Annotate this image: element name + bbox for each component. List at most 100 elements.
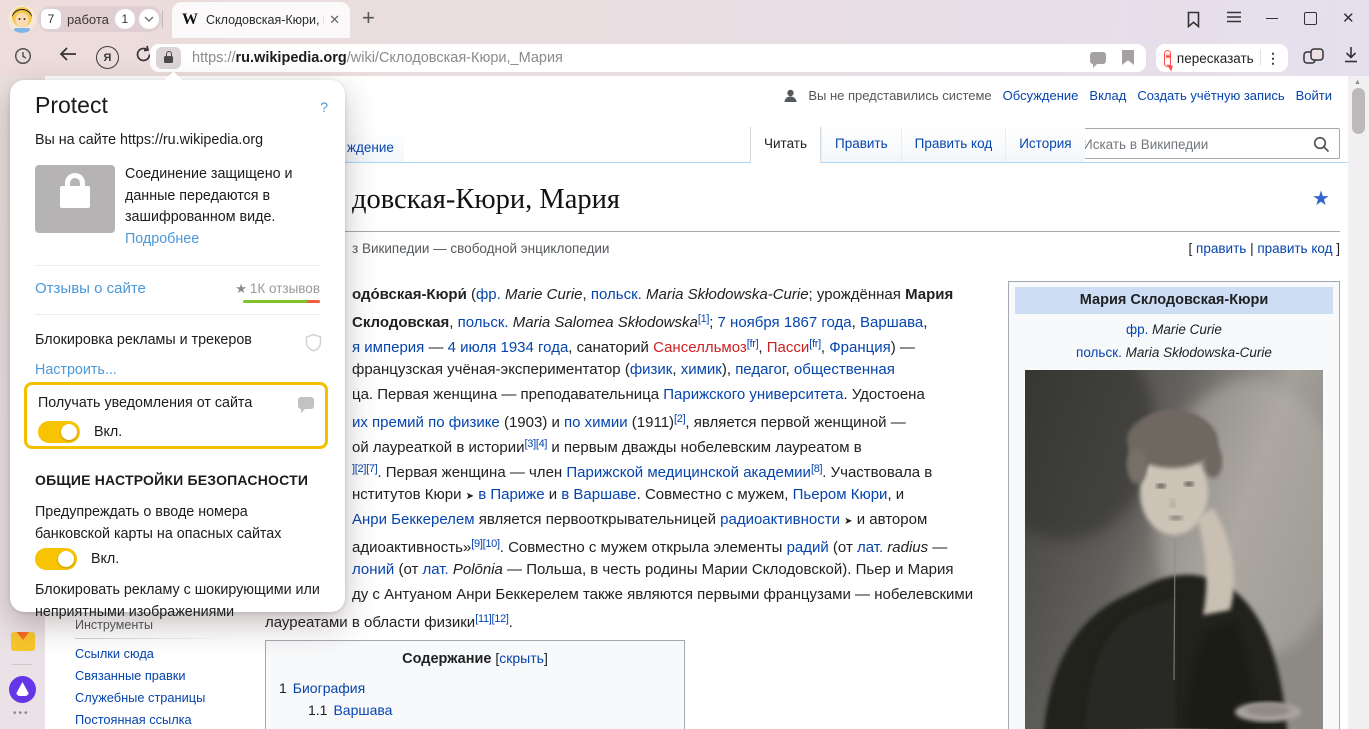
protect-help-link[interactable]: ? xyxy=(320,99,328,115)
tab-close-icon[interactable]: ✕ xyxy=(329,12,340,28)
portrait-photo[interactable] xyxy=(1025,370,1323,729)
chevron-down-icon[interactable] xyxy=(139,9,159,29)
browser-tab[interactable]: W Склодовская-Кюри, Ма ✕ xyxy=(172,2,350,38)
site-reviews-link[interactable]: Отзывы о сайте xyxy=(35,280,146,297)
wiki-link[interactable]: их премий по физике xyxy=(352,414,500,431)
wiki-link[interactable]: Франция xyxy=(829,339,890,356)
wiki-link[interactable]: Пьером Кюри xyxy=(793,486,888,503)
fr-label-link[interactable]: фр. xyxy=(1126,322,1148,337)
wiki-link[interactable]: радий xyxy=(787,539,829,556)
wiki-link[interactable]: общественная xyxy=(794,361,895,378)
configure-link[interactable]: Настроить... xyxy=(35,362,117,378)
bookmarks-panel-icon[interactable] xyxy=(1186,11,1201,33)
history-clock-icon[interactable] xyxy=(14,47,32,70)
wiki-link[interactable]: [1] xyxy=(698,313,709,325)
details-link[interactable]: Подробнее xyxy=(125,231,199,247)
wiki-link[interactable]: лат. xyxy=(857,539,883,556)
yandex-button-icon[interactable]: Я xyxy=(96,46,119,69)
wiki-link[interactable]: 1934 года xyxy=(501,339,569,356)
sidebar-link-1[interactable]: Связанные правки xyxy=(75,669,233,683)
wiki-link[interactable]: [3][4] xyxy=(525,438,548,450)
wiki-link[interactable]: физик xyxy=(630,361,673,378)
sidebar-more-icon[interactable]: ••• xyxy=(13,708,30,719)
wiki-link[interactable]: [9][10] xyxy=(471,538,499,550)
new-tab-button[interactable]: + xyxy=(362,5,375,31)
downloads-icon[interactable] xyxy=(1343,46,1359,69)
wiki-link[interactable]: польск. xyxy=(591,286,642,303)
wiki-link[interactable]: Парижского университета xyxy=(663,386,843,403)
profile-avatar[interactable] xyxy=(8,5,36,33)
wiki-link[interactable]: Пасси xyxy=(767,339,810,356)
personal-link-1[interactable]: Вклад xyxy=(1089,88,1126,103)
menu-icon[interactable] xyxy=(1226,10,1242,29)
address-bar[interactable]: https://ru.wikipedia.org/wiki/Склодовска… xyxy=(150,44,1146,72)
wiki-link[interactable]: Варшава xyxy=(860,314,923,331)
wiki-link[interactable]: я империя xyxy=(352,339,424,356)
comment-icon[interactable] xyxy=(1090,52,1106,64)
wiki-link[interactable]: [11][12] xyxy=(475,613,508,625)
scrollbar-thumb[interactable] xyxy=(1352,88,1365,134)
extensions-icon[interactable] xyxy=(1303,48,1325,69)
edit-code-link[interactable]: править код xyxy=(1257,241,1332,256)
tab-править[interactable]: Править xyxy=(821,127,901,162)
wiki-link[interactable]: [8] xyxy=(811,463,822,475)
tab-group[interactable]: 7 работа 1 xyxy=(38,6,162,32)
toc-item-1[interactable]: 1Биография xyxy=(279,677,684,699)
search-icon[interactable] xyxy=(1313,136,1330,158)
toc-link[interactable]: Биография xyxy=(293,680,365,696)
watch-star-icon[interactable]: ★ xyxy=(1312,186,1330,211)
page-scrollbar[interactable]: ▲ xyxy=(1348,76,1369,729)
wiki-link[interactable]: Санселльмоз xyxy=(653,339,747,356)
tab-история[interactable]: История xyxy=(1005,127,1084,162)
sidebar-link-3[interactable]: Постоянная ссылка xyxy=(75,713,233,727)
personal-link-3[interactable]: Войти xyxy=(1296,88,1332,103)
wiki-link[interactable]: 4 июля xyxy=(448,339,497,356)
wiki-link[interactable]: 7 ноября xyxy=(718,314,780,331)
toc-item-1.1[interactable]: 1.1Варшава xyxy=(308,699,684,721)
wiki-link[interactable]: химик xyxy=(681,361,722,378)
personal-link-2[interactable]: Создать учётную запись xyxy=(1137,88,1284,103)
wiki-link[interactable]: польск. xyxy=(458,314,509,331)
wiki-link[interactable]: фр. xyxy=(476,286,501,303)
wiki-link[interactable]: 1867 года xyxy=(784,314,852,331)
wiki-link[interactable]: [fr] xyxy=(747,338,759,350)
personal-link-0[interactable]: Обсуждение xyxy=(1003,88,1079,103)
alice-assistant-icon[interactable] xyxy=(9,676,36,703)
site-lock-icon[interactable] xyxy=(156,47,181,69)
search-input[interactable] xyxy=(1081,131,1305,158)
wiki-link[interactable]: лоний xyxy=(352,561,394,578)
wiki-link[interactable]: в Париже xyxy=(478,486,544,503)
wiki-search-box[interactable] xyxy=(1072,128,1340,159)
mail-icon[interactable] xyxy=(11,632,35,651)
card-warning-toggle[interactable] xyxy=(35,548,77,570)
close-button[interactable]: ✕ xyxy=(1342,9,1355,27)
wiki-link[interactable]: ][2][7] xyxy=(352,463,377,475)
wiki-link[interactable]: [2] xyxy=(674,413,685,425)
toc-link[interactable]: Варшава xyxy=(333,702,392,718)
tab-править-код[interactable]: Править код xyxy=(901,127,1006,162)
tab-discussion-partial[interactable]: ждение xyxy=(345,130,404,163)
wiki-link[interactable]: Парижской медицинской академии xyxy=(566,464,811,481)
wiki-link[interactable]: лат. xyxy=(423,561,449,578)
toc-hide-link[interactable]: скрыть xyxy=(499,650,544,666)
retell-button[interactable]: ❛❛ пересказать ⋮ xyxy=(1156,44,1288,72)
maximize-button[interactable] xyxy=(1304,12,1317,25)
tab-читать[interactable]: Читать xyxy=(750,127,821,163)
sidebar-link-0[interactable]: Ссылки сюда xyxy=(75,647,233,661)
url-text[interactable]: https://ru.wikipedia.org/wiki/Склодовска… xyxy=(192,44,563,72)
bookmark-icon[interactable] xyxy=(1122,50,1134,65)
retell-menu-icon[interactable]: ⋮ xyxy=(1266,50,1280,67)
sidebar-link-2[interactable]: Служебные страницы xyxy=(75,691,233,705)
pl-label-link[interactable]: польск. xyxy=(1076,345,1122,360)
wiki-link[interactable]: радиоактивности xyxy=(720,511,840,528)
wiki-link[interactable]: в Варшаве xyxy=(561,486,636,503)
wiki-link[interactable]: по химии xyxy=(564,414,628,431)
wiki-link[interactable]: Анри Беккерелем xyxy=(352,511,475,528)
edit-link[interactable]: править xyxy=(1196,241,1246,256)
scroll-up-arrow[interactable]: ▲ xyxy=(1354,79,1361,86)
wiki-link[interactable]: педагог xyxy=(735,361,785,378)
back-arrow-icon[interactable] xyxy=(58,46,78,67)
notifications-toggle[interactable] xyxy=(38,421,80,443)
minimize-button[interactable] xyxy=(1266,18,1278,19)
wiki-link[interactable]: [fr] xyxy=(809,338,821,350)
